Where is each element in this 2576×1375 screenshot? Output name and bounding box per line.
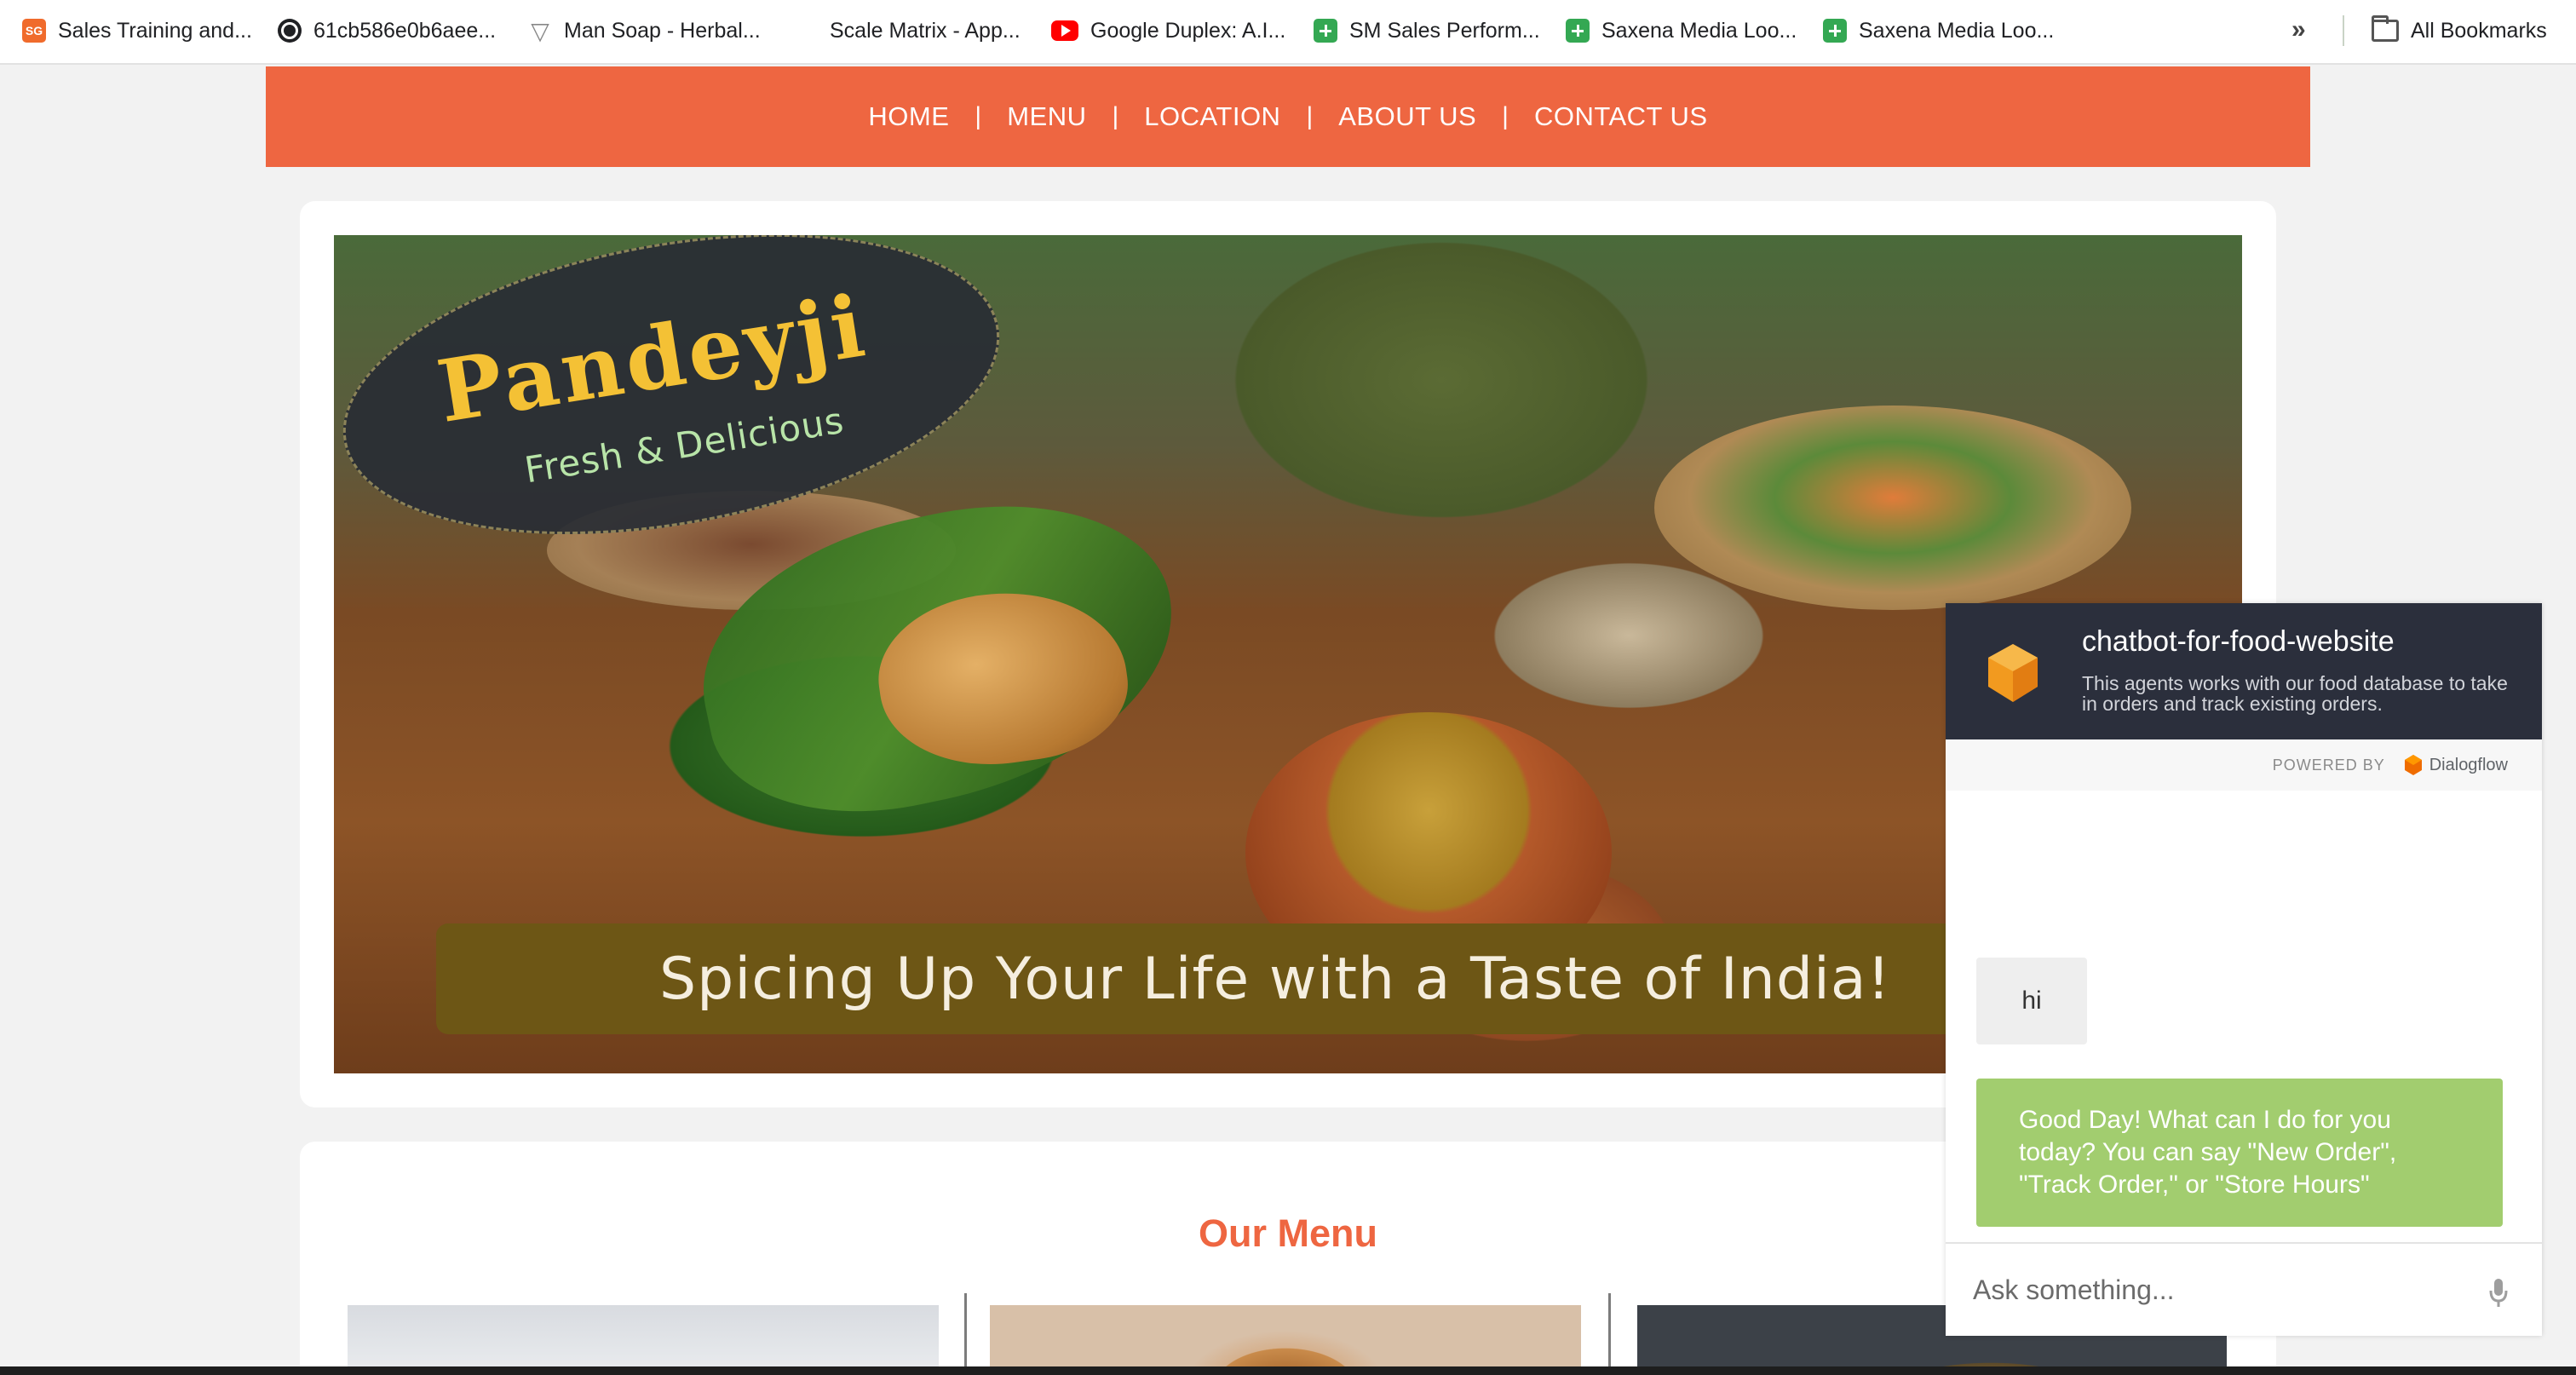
bookmark-item[interactable]: Saxena Media Loo... xyxy=(1823,0,2054,61)
bookmark-label: Sales Training and... xyxy=(58,18,252,43)
slogan-text: Spicing Up Your Life with a Taste of Ind… xyxy=(659,945,1891,1013)
bookmark-label: Google Duplex: A.I... xyxy=(1090,18,1286,43)
sheets-icon xyxy=(1823,19,1847,43)
all-bookmarks-button[interactable]: All Bookmarks xyxy=(2372,0,2547,61)
hero-plate-decoration xyxy=(1654,406,2131,610)
menu-column-divider xyxy=(1608,1293,1611,1375)
bot-message: Good Day! What can I do for you today? Y… xyxy=(1976,1079,2503,1227)
bookmark-label: SM Sales Perform... xyxy=(1349,18,1540,43)
chat-widget: chatbot-for-food-website This agents wor… xyxy=(1946,603,2542,1336)
triangle-icon: ▽ xyxy=(531,17,549,44)
nav-about-us[interactable]: ABOUT US xyxy=(1338,101,1476,132)
nav-separator: | xyxy=(1112,102,1119,130)
folder-icon xyxy=(2372,15,2399,42)
site-nav: HOME | MENU | LOCATION | ABOUT US | CONT… xyxy=(266,66,2310,167)
nav-separator: | xyxy=(975,102,982,130)
bookmark-label: Scale Matrix - App... xyxy=(830,18,1021,43)
dialogflow-icon xyxy=(2404,755,2422,775)
more-bookmarks-button[interactable]: » xyxy=(2291,15,2306,44)
nav-contact-us[interactable]: CONTACT US xyxy=(1534,101,1708,132)
menu-column-divider xyxy=(964,1293,967,1375)
menu-item-image[interactable] xyxy=(348,1305,939,1375)
bookmarks-bar: SG Sales Training and... 61cb586e0b6aee.… xyxy=(0,0,2576,65)
agent-cube-icon xyxy=(1988,644,2038,702)
dialogflow-logo: Dialogflow xyxy=(2404,754,2508,776)
bookmark-item[interactable]: ▽ Man Soap - Herbal... xyxy=(528,0,761,61)
chat-header: chatbot-for-food-website This agents wor… xyxy=(1946,603,2542,739)
bookmark-label: Saxena Media Loo... xyxy=(1859,18,2055,43)
chat-input[interactable] xyxy=(1973,1274,2467,1306)
globe-icon xyxy=(278,19,302,43)
dialogflow-label: Dialogflow xyxy=(2429,755,2508,774)
nav-location[interactable]: LOCATION xyxy=(1144,101,1280,132)
blank-page-icon xyxy=(794,19,818,43)
bookmark-item[interactable]: SM Sales Perform... xyxy=(1314,0,1540,61)
chat-input-row xyxy=(1946,1242,2542,1336)
powered-by-row: POWERED BY Dialogflow xyxy=(1946,739,2542,791)
bookmark-item[interactable]: 61cb586e0b6aee... xyxy=(278,0,496,61)
user-message: hi xyxy=(1976,958,2087,1044)
nav-separator: | xyxy=(1306,102,1314,130)
chat-title: chatbot-for-food-website xyxy=(2082,625,2395,658)
nav-home[interactable]: HOME xyxy=(868,101,949,132)
window-bottom-edge xyxy=(0,1366,2576,1375)
sg-icon: SG xyxy=(22,19,46,43)
menu-item-image[interactable] xyxy=(990,1305,1581,1375)
bookmark-item[interactable]: Scale Matrix - App... xyxy=(794,0,1021,61)
bookmark-label: Man Soap - Herbal... xyxy=(564,18,761,43)
chat-description: This agents works with our food database… xyxy=(2082,672,2508,715)
bookmark-item[interactable]: Google Duplex: A.I... xyxy=(1051,0,1285,61)
nav-separator: | xyxy=(1502,102,1509,130)
microphone-icon[interactable] xyxy=(2489,1278,2508,1309)
powered-by-label: POWERED BY xyxy=(2272,756,2385,774)
nav-menu[interactable]: MENU xyxy=(1007,101,1086,132)
bookmark-item[interactable]: SG Sales Training and... xyxy=(22,0,252,61)
all-bookmarks-label: All Bookmarks xyxy=(2411,18,2547,43)
sheets-icon xyxy=(1314,19,1337,43)
bookmark-item[interactable]: Saxena Media Loo... xyxy=(1566,0,1797,61)
bookmark-label: 61cb586e0b6aee... xyxy=(313,18,497,43)
bookmark-label: Saxena Media Loo... xyxy=(1601,18,1797,43)
bookmarks-divider xyxy=(2343,15,2344,46)
youtube-icon xyxy=(1051,20,1078,41)
sheets-icon xyxy=(1566,19,1590,43)
